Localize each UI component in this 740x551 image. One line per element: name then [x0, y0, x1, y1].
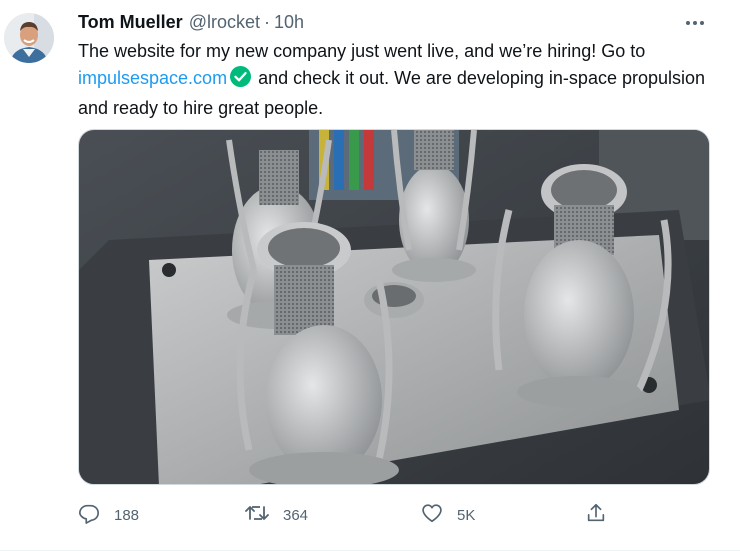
author-handle[interactable]: @lrocket [189, 12, 260, 33]
avatar[interactable] [4, 13, 54, 63]
share-button[interactable] [585, 498, 607, 532]
avatar-image [4, 13, 54, 63]
tweet-link[interactable]: impulsespace.com [78, 68, 227, 88]
more-options-button[interactable] [684, 12, 706, 34]
tweet-actions: 188 364 5K [78, 498, 708, 532]
retweet-button[interactable]: 364 [245, 498, 308, 532]
check-icon [230, 66, 252, 95]
tweet-header: Tom Mueller @lrocket · 10h [78, 10, 304, 34]
like-button[interactable]: 5K [421, 498, 475, 532]
share-icon [585, 502, 607, 528]
tweet-media-photo[interactable] [78, 129, 710, 485]
reply-count: 188 [114, 506, 140, 524]
reply-icon [78, 502, 100, 528]
tweet-text: The website for my new company just went… [78, 38, 708, 122]
more-icon [686, 21, 704, 25]
header-separator: · [263, 11, 270, 32]
tweet[interactable]: Tom Mueller @lrocket · 10h The website f… [0, 0, 740, 551]
photo-image [79, 130, 709, 484]
tweet-timestamp[interactable]: 10h [274, 12, 304, 33]
heart-icon [421, 502, 443, 528]
tweet-text-part1: The website for my new company just went… [78, 41, 646, 61]
retweet-icon [245, 502, 269, 528]
author-name[interactable]: Tom Mueller [78, 12, 183, 33]
retweet-count: 364 [283, 506, 309, 524]
like-count: 5K [457, 506, 476, 524]
reply-button[interactable]: 188 [78, 498, 139, 532]
